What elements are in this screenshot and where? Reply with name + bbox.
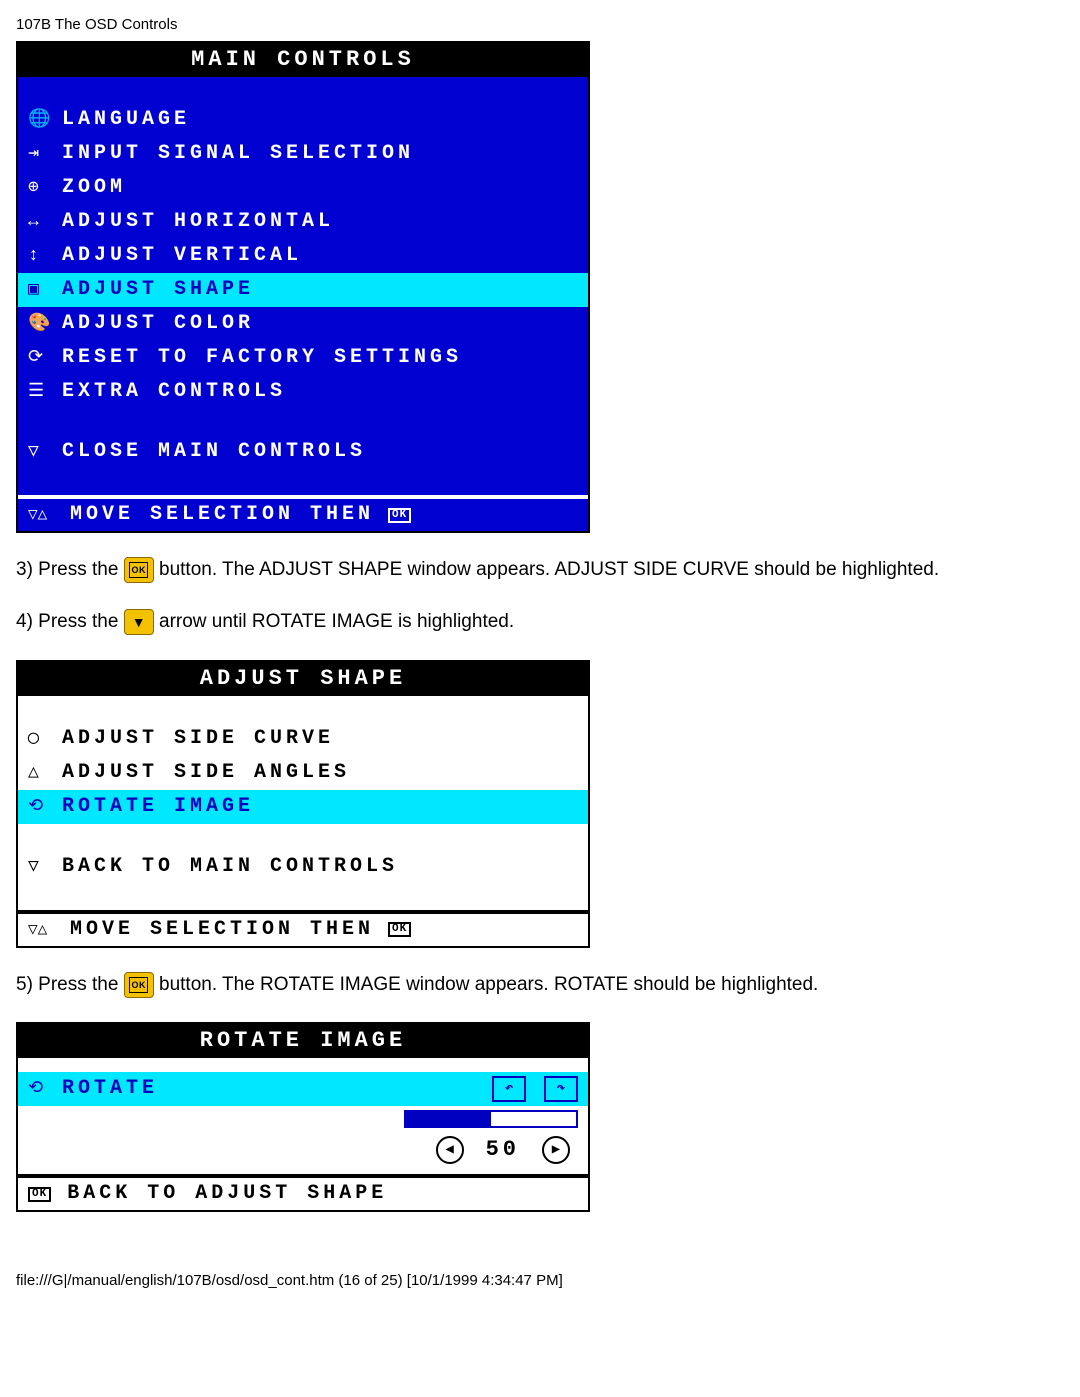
down-circle-icon: ▽ [28, 858, 62, 876]
up-down-icon: ▽△ [28, 922, 62, 938]
osd-title: MAIN CONTROLS [18, 43, 588, 77]
decrease-button[interactable]: ◀ [436, 1136, 464, 1164]
menu-label: EXTRA CONTROLS [62, 382, 578, 402]
osd-title: ADJUST SHAPE [18, 662, 588, 696]
menu-label: ADJUST SIDE ANGLES [62, 763, 578, 783]
menu-item-shape[interactable]: ▣ ADJUST SHAPE [18, 273, 588, 307]
menu-item-reset[interactable]: ⟳ RESET TO FACTORY SETTINGS [18, 341, 588, 375]
shape-icon: ▣ [28, 281, 62, 299]
menu-item-input-signal[interactable]: ⇥ INPUT SIGNAL SELECTION [18, 137, 588, 171]
rotate-icon: ⟲ [28, 798, 62, 816]
menu-item-language[interactable]: 🌐 LANGUAGE [18, 103, 588, 137]
osd-rotate-image: ROTATE IMAGE ⟲ ROTATE ↶ ↷ ◀ 50 ▶ OK BACK… [16, 1022, 590, 1212]
menu-label: ADJUST COLOR [62, 314, 578, 334]
rotate-left-icon[interactable]: ↶ [492, 1076, 526, 1102]
vertical-icon: ↕ [28, 247, 62, 265]
menu-item-zoom[interactable]: ⊕ ZOOM [18, 171, 588, 205]
down-arrow-button-icon: ▼ [124, 609, 154, 635]
rotate-value: 50 [486, 1139, 520, 1161]
menu-item-back[interactable]: ▽ BACK TO MAIN CONTROLS [18, 850, 588, 884]
progress-row [18, 1106, 588, 1132]
horizontal-icon: ↔ [28, 213, 62, 231]
osd-main-controls: MAIN CONTROLS 🌐 LANGUAGE ⇥ INPUT SIGNAL … [16, 41, 590, 533]
up-down-icon: ▽△ [28, 507, 62, 523]
ok-button-icon: OK [124, 972, 154, 998]
menu-label: ROTATE IMAGE [62, 797, 578, 817]
menu-item-rotate[interactable]: ⟲ ROTATE ↶ ↷ [18, 1072, 588, 1106]
ok-icon: OK [388, 922, 411, 937]
ok-icon: OK [388, 508, 411, 523]
menu-label: ADJUST SHAPE [62, 280, 578, 300]
menu-item-close[interactable]: ▽ CLOSE MAIN CONTROLS [18, 435, 588, 469]
ok-button-icon: OK [124, 557, 154, 583]
menu-label: BACK TO MAIN CONTROLS [62, 857, 578, 877]
menu-item-extra[interactable]: ☰ EXTRA CONTROLS [18, 375, 588, 409]
osd-title: ROTATE IMAGE [18, 1024, 588, 1058]
menu-item-color[interactable]: 🎨 ADJUST COLOR [18, 307, 588, 341]
footer-text: MOVE SELECTION THEN [70, 505, 374, 525]
menu-label: ADJUST HORIZONTAL [62, 212, 578, 232]
menu-label: CLOSE MAIN CONTROLS [62, 442, 578, 462]
down-circle-icon: ▽ [28, 443, 62, 461]
zoom-icon: ⊕ [28, 179, 62, 197]
osd-footer: OK BACK TO ADJUST SHAPE [18, 1174, 588, 1210]
page-footer: file:///G|/manual/english/107B/osd/osd_c… [16, 1272, 1064, 1289]
instruction-3: 3) Press the OK button. The ADJUST SHAPE… [16, 555, 1064, 585]
reset-icon: ⟳ [28, 349, 62, 367]
side-angles-icon: △ [28, 764, 62, 782]
color-icon: 🎨 [28, 315, 62, 333]
side-curve-icon: ◯ [28, 730, 62, 748]
osd-adjust-shape: ADJUST SHAPE ◯ ADJUST SIDE CURVE △ ADJUS… [16, 660, 590, 948]
rotate-progress [404, 1110, 578, 1128]
footer-text: BACK TO ADJUST SHAPE [67, 1184, 387, 1204]
instruction-4: 4) Press the ▼ arrow until ROTATE IMAGE … [16, 607, 1064, 637]
rotate-right-icon[interactable]: ↷ [544, 1076, 578, 1102]
osd-footer: ▽△ MOVE SELECTION THEN OK [18, 910, 588, 946]
menu-label: RESET TO FACTORY SETTINGS [62, 348, 578, 368]
osd-footer: ▽△ MOVE SELECTION THEN OK [18, 495, 588, 531]
page-header: 107B The OSD Controls [16, 16, 1064, 33]
menu-label: ROTATE [62, 1079, 492, 1099]
footer-text: MOVE SELECTION THEN [70, 920, 374, 940]
input-icon: ⇥ [28, 145, 62, 163]
menu-item-rotate-image[interactable]: ⟲ ROTATE IMAGE [18, 790, 588, 824]
menu-item-side-curve[interactable]: ◯ ADJUST SIDE CURVE [18, 722, 588, 756]
menu-label: ADJUST VERTICAL [62, 246, 578, 266]
menu-label: LANGUAGE [62, 110, 578, 130]
globe-icon: 🌐 [28, 111, 62, 129]
extra-icon: ☰ [28, 383, 62, 401]
value-row: ◀ 50 ▶ [18, 1132, 588, 1174]
menu-item-side-angles[interactable]: △ ADJUST SIDE ANGLES [18, 756, 588, 790]
menu-label: ADJUST SIDE CURVE [62, 729, 578, 749]
menu-item-vertical[interactable]: ↕ ADJUST VERTICAL [18, 239, 588, 273]
menu-item-horizontal[interactable]: ↔ ADJUST HORIZONTAL [18, 205, 588, 239]
ok-icon: OK [28, 1187, 51, 1202]
rotate-icon: ⟲ [28, 1080, 62, 1098]
instruction-5: 5) Press the OK button. The ROTATE IMAGE… [16, 970, 1064, 1000]
menu-label: INPUT SIGNAL SELECTION [62, 144, 578, 164]
menu-label: ZOOM [62, 178, 578, 198]
increase-button[interactable]: ▶ [542, 1136, 570, 1164]
